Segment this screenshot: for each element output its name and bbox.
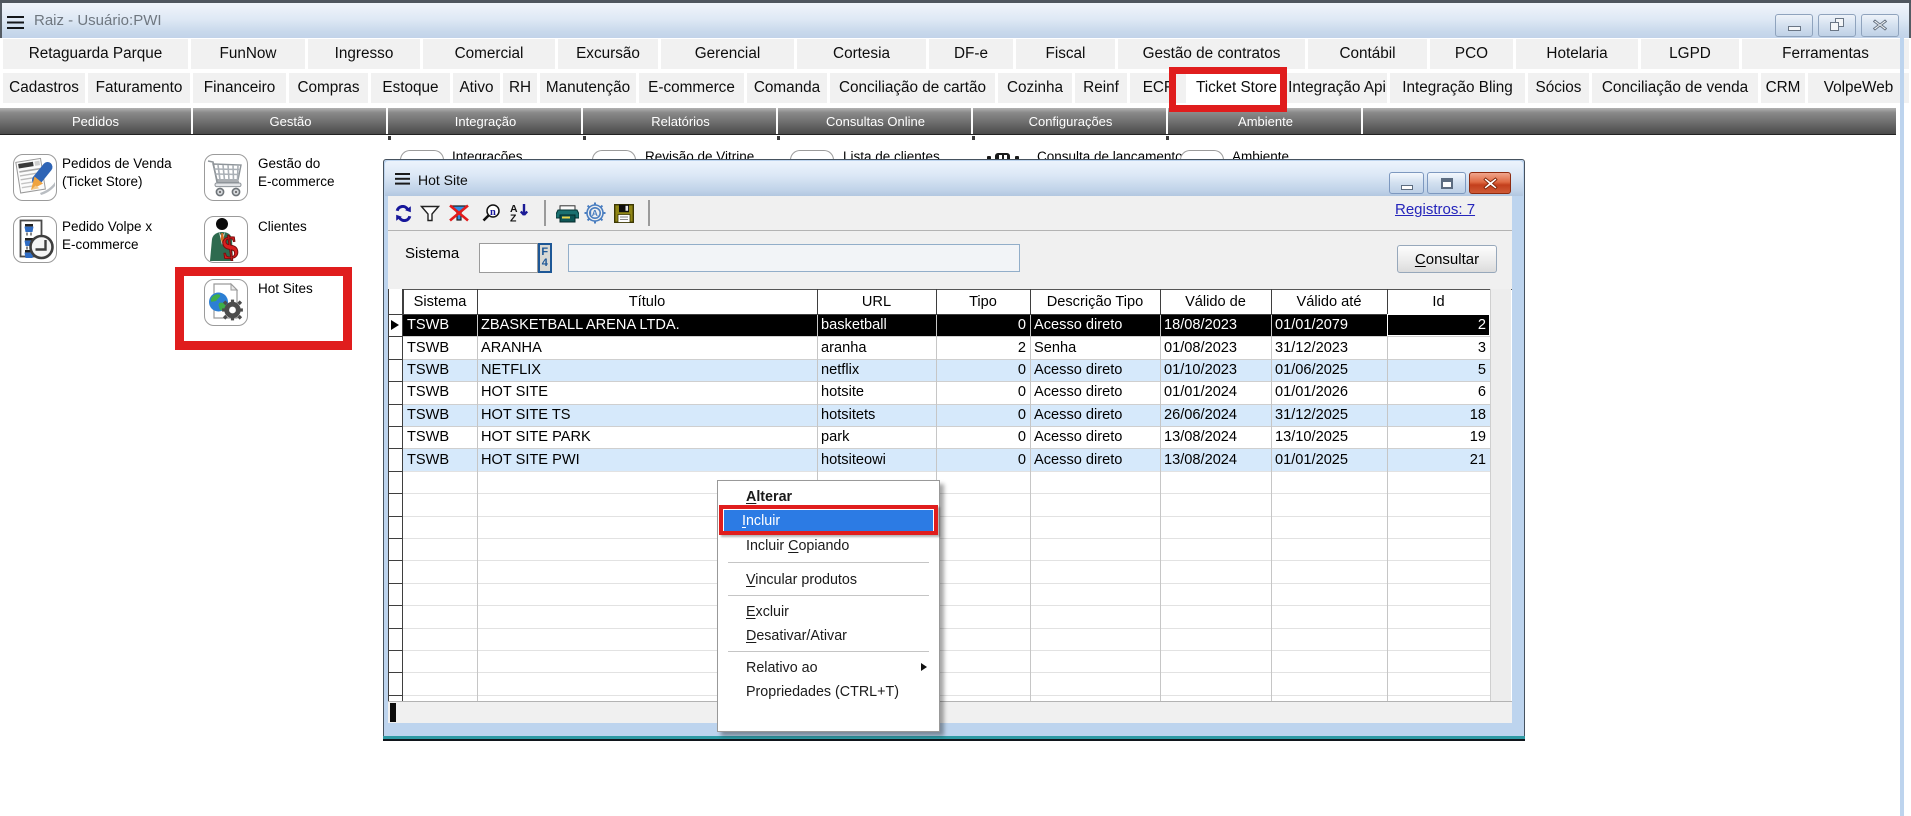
svg-text:IA: IA (589, 208, 598, 218)
svg-text:$: $ (220, 228, 241, 261)
svg-text:n: n (490, 207, 496, 218)
svg-text:Z: Z (510, 213, 517, 223)
